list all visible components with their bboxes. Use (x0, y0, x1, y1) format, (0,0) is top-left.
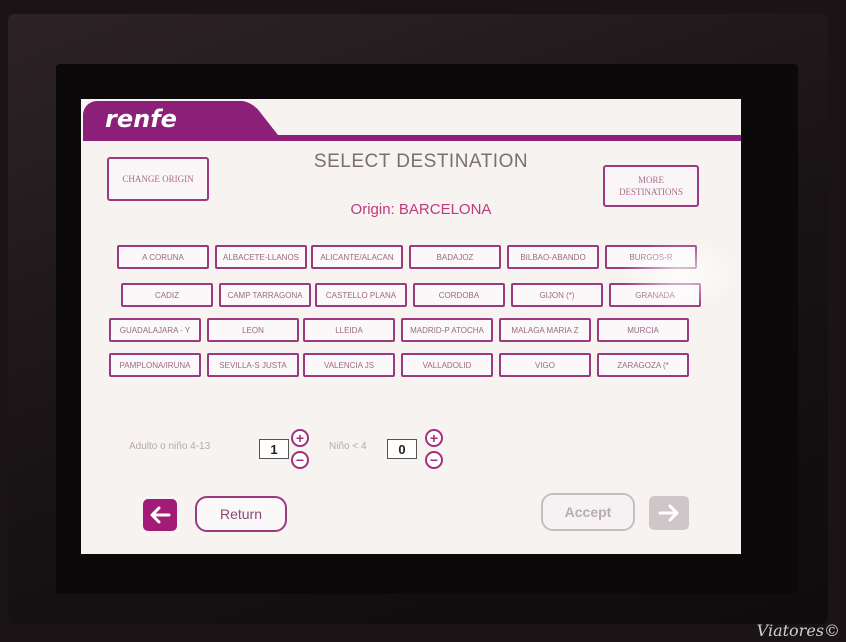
destination-button[interactable]: BILBAO-ABANDO (507, 245, 599, 269)
destination-button[interactable]: VALENCIA JS (303, 353, 395, 377)
destination-button[interactable]: CADIZ (121, 283, 213, 307)
adult-count: 1 (259, 439, 289, 459)
child-minus-button[interactable]: − (425, 451, 443, 469)
destination-button[interactable]: CORDOBA (413, 283, 505, 307)
origin-line: Origin: BARCELONA (301, 201, 541, 218)
destination-button[interactable]: PAMPLONA/IRUNA (109, 353, 201, 377)
next-arrow-button[interactable] (649, 496, 689, 530)
destination-button[interactable]: A CORUNA (117, 245, 209, 269)
destination-button[interactable]: SEVILLA-S JUSTA (207, 353, 299, 377)
destination-button[interactable]: VALLADOLID (401, 353, 493, 377)
origin-city: BARCELONA (398, 201, 492, 218)
origin-label: Origin: (350, 201, 395, 218)
back-arrow-button[interactable] (143, 499, 177, 531)
destination-button[interactable]: ALICANTE/ALACAN (311, 245, 403, 269)
page-title: SELECT DESTINATION (313, 151, 529, 172)
destination-button[interactable]: LEON (207, 318, 299, 342)
arrow-right-icon (658, 504, 679, 522)
destination-button[interactable]: ZARAGOZA (* (597, 353, 689, 377)
more-destinations-button[interactable]: MORE DESTINATIONS (603, 165, 699, 207)
change-origin-button[interactable]: CHANGE ORIGIN (107, 157, 209, 201)
destination-button[interactable]: LLEIDA (303, 318, 395, 342)
destination-button[interactable]: CASTELLO PLANA (315, 283, 407, 307)
destination-button[interactable]: BADAJOZ (409, 245, 501, 269)
kiosk-screen: renfe CHANGE ORIGIN SELECT DESTINATION O… (81, 99, 741, 554)
arrow-left-icon (150, 506, 171, 524)
destination-button[interactable]: VIGO (499, 353, 591, 377)
destination-button[interactable]: ALBACETE-LLANOS (215, 245, 307, 269)
destination-button[interactable]: MURCIA (597, 318, 689, 342)
child-label: Niño < 4 (329, 441, 367, 452)
child-count: 0 (387, 439, 417, 459)
brand-bar: renfe (81, 99, 741, 145)
destination-button[interactable]: BURGOS-R (605, 245, 697, 269)
child-plus-button[interactable]: + (425, 429, 443, 447)
adult-label: Adulto o niño 4-13 (129, 441, 211, 452)
adult-minus-button[interactable]: − (291, 451, 309, 469)
destination-button[interactable]: MALAGA MARIA Z (499, 318, 591, 342)
destination-button[interactable]: MADRID-P ATOCHA (401, 318, 493, 342)
accept-button[interactable]: Accept (541, 493, 635, 531)
renfe-logo: renfe (105, 105, 177, 133)
destination-button[interactable]: CAMP TARRAGONA (219, 283, 311, 307)
destination-button[interactable]: GRANADA (609, 283, 701, 307)
destination-button[interactable]: GIJON (*) (511, 283, 603, 307)
adult-plus-button[interactable]: + (291, 429, 309, 447)
watermark: Viatores© (756, 621, 840, 640)
return-button[interactable]: Return (195, 496, 287, 532)
passenger-selector: Adulto o niño 4-13 1 + − Niño < 4 0 + − (129, 429, 529, 469)
brand-line (231, 135, 741, 141)
destination-button[interactable]: GUADALAJARA - Y (109, 318, 201, 342)
